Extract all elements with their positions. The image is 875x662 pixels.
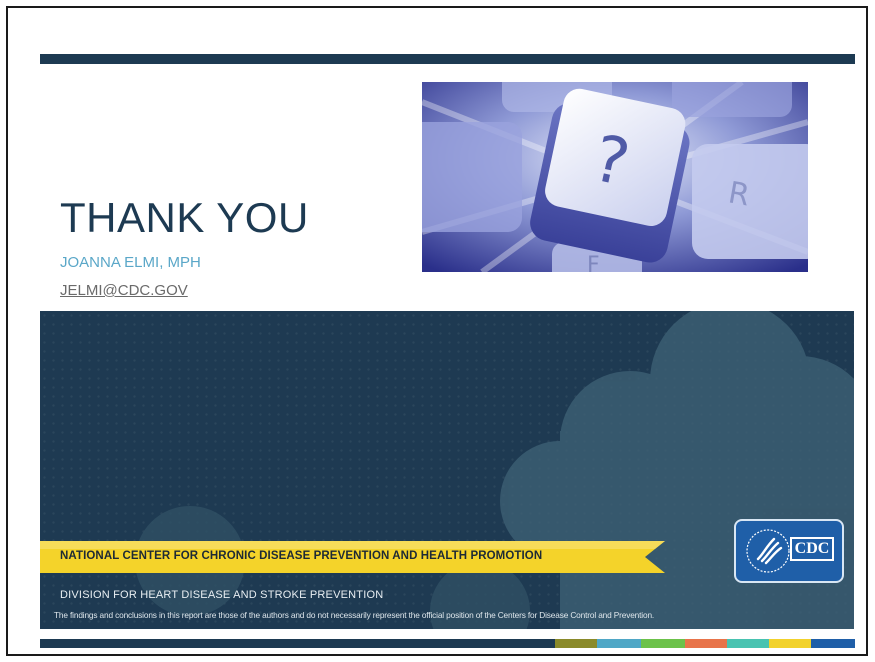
color-segment-olive: [555, 639, 597, 648]
presenter-name: JOANNA ELMI, MPH: [60, 254, 201, 271]
cdc-footer-banner: NATIONAL CENTER FOR CHRONIC DISEASE PREV…: [40, 311, 854, 629]
hhs-seal-icon: [746, 529, 790, 573]
cdc-wordmark: CDC: [790, 537, 834, 561]
keyboard-question-mark-image: R F ?: [422, 82, 808, 272]
color-segment-yellow: [769, 639, 811, 648]
bottom-color-bar: [40, 639, 855, 648]
color-segment-orange: [685, 639, 727, 648]
color-segment-green: [641, 639, 685, 648]
cloud-shapes: [135, 311, 854, 629]
color-segment-navy: [40, 639, 555, 648]
color-segment-blue: [597, 639, 641, 648]
svg-text:F: F: [587, 253, 600, 272]
slide: THANK YOU JOANNA ELMI, MPH JELMI@CDC.GOV: [6, 6, 868, 656]
cdc-logo: CDC: [734, 519, 844, 583]
top-accent-bar: [40, 54, 855, 64]
presenter-email-link[interactable]: JELMI@CDC.GOV: [60, 282, 188, 299]
side-key-left: [422, 122, 522, 232]
slide-title: THANK YOU: [60, 194, 309, 241]
color-segment-dark-blue: [811, 639, 855, 648]
disclaimer-text: The findings and conclusions in this rep…: [54, 610, 655, 620]
national-center-name: NATIONAL CENTER FOR CHRONIC DISEASE PREV…: [60, 550, 543, 562]
division-name: DIVISION FOR HEART DISEASE AND STROKE PR…: [60, 589, 384, 601]
color-segment-teal: [727, 639, 769, 648]
side-key-r: R: [692, 144, 808, 259]
